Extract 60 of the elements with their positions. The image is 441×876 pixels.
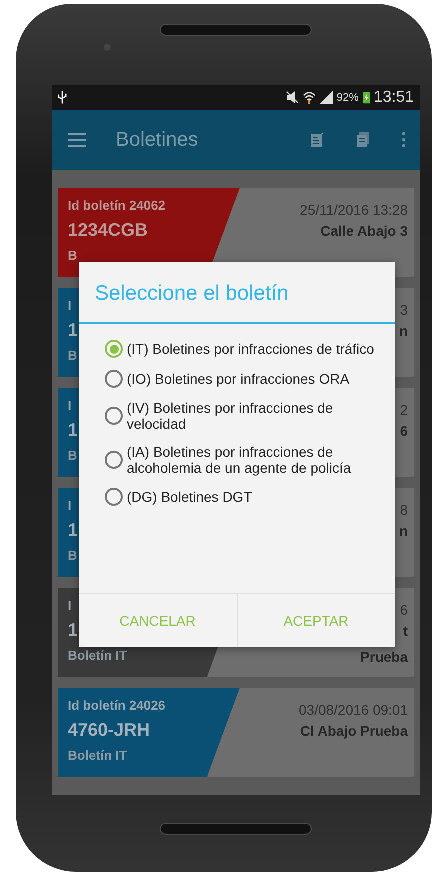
app-title: Boletines (116, 128, 198, 152)
battery-charging-icon (362, 91, 370, 104)
license-plate: 1 (68, 419, 78, 441)
bulletin-address: n (399, 522, 408, 540)
radio-button[interactable] (105, 407, 123, 425)
bulletin-address: t (403, 622, 408, 640)
radio-button[interactable] (105, 340, 123, 358)
usb-icon (58, 91, 67, 104)
option-label: (IV) Boletines por infracciones de velocidad (127, 400, 334, 432)
bulletin-address: Calle Abajo 3 (320, 222, 408, 240)
license-plate: 1 (68, 519, 78, 541)
edit-document-icon[interactable] (310, 132, 324, 148)
bulletin-id: I (68, 598, 72, 614)
bulletin-address: n (399, 322, 408, 340)
bulletin-id: Id boletín 24026 (68, 698, 166, 714)
bulletin-type: Boletín IT (68, 648, 128, 664)
radio-option[interactable]: (DG) Boletines DGT (105, 488, 383, 506)
signal-icon (320, 91, 333, 104)
license-plate: 1 (68, 319, 78, 341)
option-label: (IO) Boletines por infracciones ORA (127, 371, 350, 387)
overflow-menu-icon[interactable] (402, 132, 406, 148)
bulletin-date: 6 (400, 602, 408, 618)
bulletin-id: I (68, 498, 72, 514)
menu-icon[interactable] (68, 133, 86, 147)
bulletin-id: I (68, 398, 72, 414)
bulletin-date: 3 (400, 302, 408, 318)
option-label: (IT) Boletines por infracciones de tráfico (127, 341, 374, 357)
bulletin-type: B (68, 248, 78, 264)
bulletin-id: I (68, 298, 72, 314)
license-plate: 1 (68, 619, 78, 641)
clock: 13:51 (374, 88, 414, 106)
radio-option[interactable]: (IO) Boletines por infracciones ORA (105, 370, 383, 388)
documents-icon[interactable] (356, 132, 370, 148)
bulletin-type: Boletín IT (68, 748, 128, 764)
bulletin-date: 2 (400, 402, 408, 418)
license-plate: 1234CGB (68, 219, 148, 241)
bulletin-address: Cl Abajo Prueba (300, 722, 408, 740)
bulletin-date: 8 (400, 502, 408, 518)
option-label: (DG) Boletines DGT (127, 489, 252, 505)
license-plate: 4760-JRH (68, 719, 150, 741)
wifi-icon (302, 91, 316, 104)
radio-button[interactable] (105, 370, 123, 388)
bulletin-type: B (68, 348, 78, 364)
bulletin-date: 25/11/2016 13:28 (300, 202, 408, 218)
bulletin-card[interactable]: Id boletín 24026 4760-JRH Boletín IT 03/08/2016 09:01 Cl Abajo Prueba (58, 688, 414, 777)
bulletin-id: Id boletín 24062 (68, 198, 166, 214)
dialog-title: Seleccione el boletín (79, 262, 395, 324)
radio-option[interactable]: (IA) Boletines por infracciones de alcoholemia de un agente de policía (105, 444, 383, 476)
bulletin-type: B (68, 448, 78, 464)
radio-button[interactable] (105, 488, 123, 506)
bulletin-date: 03/08/2016 09:01 (299, 702, 408, 718)
battery-percent: 92% (336, 92, 359, 104)
mute-icon (286, 91, 299, 104)
bulletin-address: Prueba (360, 648, 408, 666)
radio-option[interactable]: (IT) Boletines por infracciones de tráfico (105, 340, 383, 358)
radio-option[interactable]: (IV) Boletines por infracciones de velocidad (105, 400, 383, 432)
radio-button[interactable] (105, 451, 123, 469)
option-label: (IA) Boletines por infracciones de alcoholemia de un agente de policía (127, 444, 352, 476)
bulletin-address: 6 (400, 422, 408, 440)
bulletin-type: B (68, 548, 78, 564)
